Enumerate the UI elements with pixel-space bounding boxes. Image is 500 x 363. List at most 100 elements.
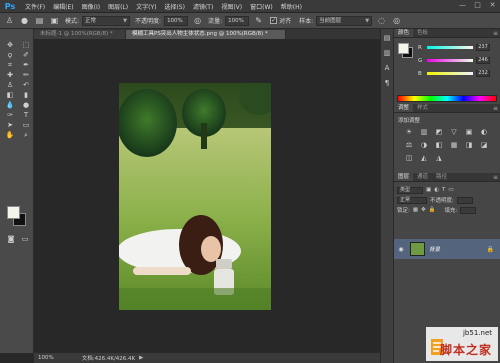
green-value[interactable]: 246: [476, 57, 490, 64]
flow-input[interactable]: 100%: [225, 15, 250, 26]
lock-position-icon[interactable]: ✥: [421, 207, 426, 213]
path-select-tool-icon[interactable]: ➤: [3, 121, 17, 130]
filter-type-icon[interactable]: T: [442, 187, 445, 193]
menu-select[interactable]: 选择(S): [160, 2, 189, 11]
menu-help[interactable]: 帮助(H): [277, 2, 306, 11]
minimize-icon[interactable]: —: [458, 1, 467, 10]
close-icon[interactable]: ✕: [488, 1, 497, 10]
brush-panel-icon[interactable]: ▤: [34, 15, 45, 26]
lock-pixels-icon[interactable]: ▦: [413, 207, 418, 213]
vibrance-icon[interactable]: ▣: [464, 128, 474, 136]
menu-filter[interactable]: 滤镜(T): [189, 2, 217, 11]
clone-source-icon[interactable]: ▣: [49, 15, 60, 26]
red-slider-track[interactable]: [427, 46, 473, 49]
gradient-tool-icon[interactable]: ▮: [19, 91, 33, 100]
photo-filter-icon[interactable]: ◧: [434, 141, 444, 149]
zoom-tool-icon[interactable]: ⌕: [19, 131, 33, 140]
slider-blue[interactable]: B 232: [418, 70, 498, 77]
tab-styles[interactable]: 样式: [413, 104, 432, 112]
pressure-opacity-icon[interactable]: ◎: [192, 15, 203, 26]
filter-pixel-icon[interactable]: ▣: [426, 187, 431, 193]
properties-panel-icon[interactable]: ▥: [382, 48, 393, 59]
tab-channels[interactable]: 通道: [413, 173, 432, 181]
canvas-area[interactable]: [34, 39, 380, 352]
shape-tool-icon[interactable]: ▭: [19, 121, 33, 130]
color-panel-foreground-swatch[interactable]: [398, 43, 409, 54]
panel-menu-icon[interactable]: ≡: [493, 174, 500, 181]
layer-row-background[interactable]: ◉ 背景 🔒: [394, 239, 500, 259]
canvas-photo[interactable]: [119, 83, 271, 310]
character-panel-icon[interactable]: A: [382, 63, 393, 74]
tab-layers[interactable]: 图层: [394, 173, 414, 181]
exposure-icon[interactable]: ▽: [449, 128, 459, 136]
pressure-size-icon[interactable]: ◎: [391, 15, 402, 26]
menu-window[interactable]: 窗口(W): [246, 2, 277, 11]
brush-preset-icon[interactable]: ●: [19, 15, 30, 26]
status-menu-icon[interactable]: ▶: [139, 355, 143, 361]
threshold-icon[interactable]: ◭: [419, 154, 429, 162]
move-tool-icon[interactable]: ✥: [3, 41, 17, 50]
menu-edit[interactable]: 编辑(E): [49, 2, 77, 11]
tab-color[interactable]: 颜色: [394, 29, 414, 37]
eyedropper-tool-icon[interactable]: ✒: [19, 61, 33, 70]
dodge-tool-icon[interactable]: ●: [19, 101, 33, 110]
paragraph-panel-icon[interactable]: ¶: [382, 78, 393, 89]
clone-stamp-icon[interactable]: ♙: [4, 15, 15, 26]
tab-paths[interactable]: 路径: [432, 173, 451, 181]
zoom-level[interactable]: 100%: [38, 355, 54, 361]
black-white-icon[interactable]: ◑: [419, 141, 429, 149]
lasso-tool-icon[interactable]: ϙ: [3, 51, 17, 60]
channel-mixer-icon[interactable]: ▦: [449, 141, 459, 149]
color-lookup-icon[interactable]: ◨: [464, 141, 474, 149]
history-panel-icon[interactable]: ▤: [382, 33, 393, 44]
menu-image[interactable]: 图像(I): [78, 2, 104, 11]
filter-adjust-icon[interactable]: ◐: [434, 187, 439, 193]
mode-select[interactable]: 正常 ▼: [82, 15, 131, 26]
type-tool-icon[interactable]: T: [19, 111, 33, 120]
panel-menu-icon[interactable]: ≡: [493, 105, 500, 112]
clone-stamp-tool-icon[interactable]: ♙: [3, 81, 17, 90]
brightness-icon[interactable]: ☀: [404, 128, 414, 136]
visibility-eye-icon[interactable]: ◉: [396, 246, 406, 253]
tab-untitled[interactable]: 未标题-1 @ 100%(RGB/8) *: [34, 30, 126, 39]
tab-swatches[interactable]: 色板: [413, 29, 432, 37]
history-brush-tool-icon[interactable]: ↶: [19, 81, 33, 90]
blur-tool-icon[interactable]: 💧: [3, 101, 17, 110]
menu-layer[interactable]: 图层(L): [104, 2, 132, 11]
hue-saturation-icon[interactable]: ◐: [479, 128, 489, 136]
layer-name[interactable]: 背景: [429, 245, 440, 253]
layer-kind-select[interactable]: 类型: [397, 186, 423, 194]
ignore-adjustment-icon[interactable]: ◌: [376, 15, 387, 26]
menu-file[interactable]: 文件(F): [21, 2, 49, 11]
maximize-icon[interactable]: □: [473, 1, 482, 10]
slider-green[interactable]: G 246: [418, 57, 498, 64]
filter-shape-icon[interactable]: ▭: [448, 187, 453, 193]
layer-opacity-input[interactable]: [456, 196, 473, 204]
levels-icon[interactable]: ▥: [419, 128, 429, 136]
opacity-input[interactable]: 100%: [164, 15, 189, 26]
tab-active-document[interactable]: 模糊工具PS突出人物主体状态.png @ 100%(RGB/8) *: [126, 30, 286, 39]
slider-red[interactable]: R 237: [418, 44, 498, 51]
blue-value[interactable]: 232: [476, 70, 490, 77]
color-spectrum[interactable]: [397, 95, 497, 102]
gradient-map-icon[interactable]: ◮: [434, 154, 444, 162]
panel-menu-icon[interactable]: ≡: [493, 30, 500, 37]
airbrush-icon[interactable]: ✎: [253, 15, 264, 26]
hand-tool-icon[interactable]: ✋: [3, 131, 17, 140]
quick-select-tool-icon[interactable]: ✐: [19, 51, 33, 60]
blue-slider-track[interactable]: [427, 72, 473, 75]
posterize-icon[interactable]: ◫: [404, 154, 414, 162]
blend-mode-select[interactable]: 正常: [397, 196, 427, 204]
crop-tool-icon[interactable]: ⌗: [3, 61, 17, 70]
tab-adjustments[interactable]: 调整: [394, 104, 414, 112]
invert-icon[interactable]: ◪: [479, 141, 489, 149]
healing-tool-icon[interactable]: ✚: [3, 71, 17, 80]
red-value[interactable]: 237: [476, 44, 490, 51]
aligned-checkbox[interactable]: ✓: [270, 17, 278, 24]
quick-mask-icon[interactable]: ◙: [4, 235, 18, 244]
color-balance-icon[interactable]: ⚖: [404, 141, 414, 149]
eraser-tool-icon[interactable]: ◧: [3, 91, 17, 100]
layer-fill-input[interactable]: [460, 206, 477, 214]
brush-tool-icon[interactable]: ✏: [19, 71, 33, 80]
curves-icon[interactable]: ◩: [434, 128, 444, 136]
